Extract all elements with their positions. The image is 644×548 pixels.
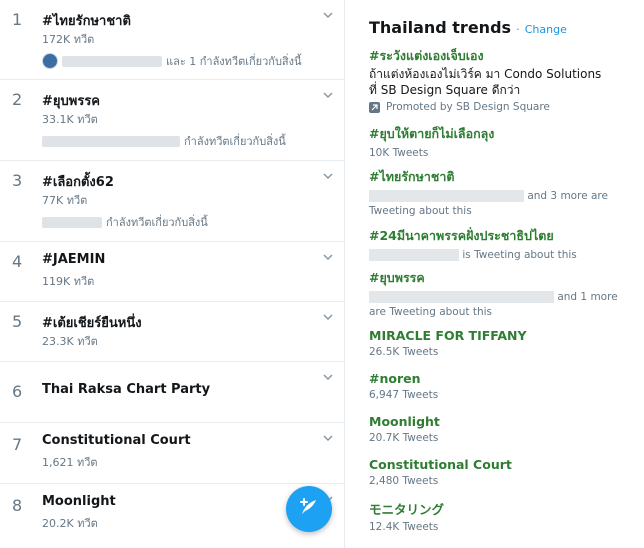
redacted-text bbox=[62, 55, 162, 67]
trend-count: 77K ทวีต bbox=[42, 194, 88, 207]
trend-rank: 7 bbox=[12, 435, 23, 454]
trend-name: Moonlight bbox=[42, 494, 116, 509]
trend-name: #ยุบพรรค bbox=[369, 270, 425, 285]
compose-tweet-icon bbox=[298, 496, 320, 522]
trend-count: 172K ทวีต bbox=[42, 33, 95, 46]
promoted-by: Promoted by SB Design Square bbox=[369, 101, 639, 113]
sidebar-trend[interactable]: モニタリング 12.4K Tweets bbox=[369, 499, 639, 533]
trend-count: 2,480 Tweets bbox=[369, 475, 439, 487]
separator-dot: · bbox=[516, 23, 520, 36]
promoted-trend[interactable]: #ระวังแต่งเองเจ็บเอง ถ้าแต่งห้องเองไม่เว… bbox=[369, 46, 639, 113]
chevron-down-icon[interactable] bbox=[321, 370, 335, 384]
trend-context-line2: Tweeting about this bbox=[369, 205, 472, 217]
trends-sidebar: Thailand trends · Change #ระวังแต่งเองเจ… bbox=[346, 0, 644, 548]
trend-row[interactable]: 5 #เต้ยเชียร์ยืนหนึ่ง 23.3K ทวีต bbox=[0, 302, 345, 362]
trend-name: #ไทยรักษาชาติ bbox=[369, 169, 455, 184]
trend-name: MIRACLE FOR TIFFANY bbox=[369, 328, 527, 343]
trend-name: モニタリング bbox=[369, 502, 445, 517]
trend-row[interactable]: 2 #ยุบพรรค 33.1K ทวีต กำลังทวีตเกี่ยวกับ… bbox=[0, 80, 345, 161]
trend-row[interactable]: 6 Thai Raksa Chart Party bbox=[0, 362, 345, 423]
trend-rank: 6 bbox=[12, 382, 23, 401]
trend-count: 10K Tweets bbox=[369, 147, 429, 159]
chevron-down-icon[interactable] bbox=[321, 250, 335, 264]
trend-context: กำลังทวีตเกี่ยวกับสิ่งนี้ bbox=[42, 213, 208, 231]
trend-context: กำลังทวีตเกี่ยวกับสิ่งนี้ bbox=[42, 132, 286, 150]
promoted-by-text: Promoted by SB Design Square bbox=[386, 101, 550, 113]
promoted-description-line2: ที่ SB Design Square ดีกว่า bbox=[369, 83, 521, 97]
trend-name: Constitutional Court bbox=[42, 433, 191, 448]
trend-name: #JAEMIN bbox=[42, 252, 106, 267]
sidebar-trend[interactable]: #ยุบพรรค and 1 more are Tweeting about t… bbox=[369, 268, 639, 318]
redacted-text bbox=[369, 190, 524, 202]
sidebar-trend[interactable]: Constitutional Court 2,480 Tweets bbox=[369, 457, 639, 487]
sidebar-trend[interactable]: #ยุบให้ตายก็ไม่เลือกลุง 10K Tweets bbox=[369, 124, 639, 159]
chevron-down-icon[interactable] bbox=[321, 431, 335, 445]
trend-context: และ 1 กำลังทวีตเกี่ยวกับสิ่งนี้ bbox=[42, 52, 302, 70]
trend-context-text: กำลังทวีตเกี่ยวกับสิ่งนี้ bbox=[184, 135, 286, 148]
chevron-down-icon[interactable] bbox=[321, 8, 335, 22]
trend-count: 23.3K ทวีต bbox=[42, 335, 98, 348]
trend-name: #ระวังแต่งเองเจ็บเอง bbox=[369, 48, 484, 63]
trend-name: #เลือกตั้ง62 bbox=[42, 175, 114, 190]
trend-name: Thai Raksa Chart Party bbox=[42, 382, 211, 397]
trend-name: #noren bbox=[369, 371, 421, 386]
sidebar-trend[interactable]: #24มีนาคาพรรคฝั่งประชาธิปไตย is Tweeting… bbox=[369, 226, 639, 261]
promoted-icon bbox=[369, 101, 380, 113]
trend-name: Moonlight bbox=[369, 414, 440, 429]
trend-count: 6,947 Tweets bbox=[369, 389, 439, 401]
trend-count: 12.4K Tweets bbox=[369, 521, 439, 533]
trend-name: #ยุบให้ตายก็ไม่เลือกลุง bbox=[369, 126, 495, 141]
trend-context-text: และ 1 กำลังทวีตเกี่ยวกับสิ่งนี้ bbox=[166, 55, 302, 68]
trends-list: 1 #ไทยรักษาชาติ 172K ทวีต และ 1 กำลังทวี… bbox=[0, 0, 345, 548]
trend-count: 1,621 ทวีต bbox=[42, 456, 98, 469]
trend-context: and 1 more bbox=[369, 291, 639, 303]
trend-context-text: and 1 more bbox=[557, 291, 618, 303]
trend-count: 20.7K Tweets bbox=[369, 432, 439, 444]
redacted-text bbox=[369, 249, 459, 261]
trend-row[interactable]: 7 Constitutional Court 1,621 ทวีต bbox=[0, 423, 345, 484]
trend-row[interactable]: 1 #ไทยรักษาชาติ 172K ทวีต และ 1 กำลังทวี… bbox=[0, 0, 345, 80]
trend-count: 20.2K ทวีต bbox=[42, 517, 98, 530]
trend-rank: 4 bbox=[12, 252, 23, 271]
sidebar-trend[interactable]: #noren 6,947 Tweets bbox=[369, 371, 639, 401]
sidebar-trend[interactable]: #ไทยรักษาชาติ and 3 more are Tweeting ab… bbox=[369, 167, 639, 217]
trend-rank: 2 bbox=[12, 90, 23, 109]
sidebar-trend[interactable]: MIRACLE FOR TIFFANY 26.5K Tweets bbox=[369, 328, 639, 358]
chevron-down-icon[interactable] bbox=[321, 88, 335, 102]
chevron-down-icon[interactable] bbox=[321, 169, 335, 183]
trend-context-line2: are Tweeting about this bbox=[369, 306, 492, 318]
compose-tweet-button[interactable] bbox=[286, 486, 332, 532]
trend-count: 119K ทวีต bbox=[42, 275, 95, 288]
trend-name: Constitutional Court bbox=[369, 457, 512, 472]
trend-context: is Tweeting about this bbox=[369, 249, 639, 261]
change-link[interactable]: Change bbox=[525, 23, 567, 36]
avatar bbox=[42, 53, 58, 69]
trend-row[interactable]: 3 #เลือกตั้ง62 77K ทวีต กำลังทวีตเกี่ยวก… bbox=[0, 161, 345, 242]
redacted-text bbox=[369, 291, 554, 303]
trend-name: #24มีนาคาพรรคฝั่งประชาธิปไตย bbox=[369, 228, 554, 243]
trend-rank: 3 bbox=[12, 171, 23, 190]
trend-context-text: and 3 more are bbox=[527, 190, 608, 202]
trend-context: and 3 more are bbox=[369, 190, 639, 202]
trend-count: 26.5K Tweets bbox=[369, 346, 439, 358]
trend-rank: 5 bbox=[12, 312, 23, 331]
trend-name: #ยุบพรรค bbox=[42, 94, 100, 109]
trends-title: Thailand trends bbox=[369, 18, 512, 37]
promoted-description-line1: ถ้าแต่งห้องเองไม่เวิร์ค มา Condo Solutio… bbox=[369, 67, 602, 81]
redacted-text bbox=[42, 216, 102, 228]
chevron-down-icon[interactable] bbox=[321, 310, 335, 324]
redacted-text bbox=[42, 135, 180, 147]
trend-name: #ไทยรักษาชาติ bbox=[42, 14, 131, 29]
trend-context-text: is Tweeting about this bbox=[462, 249, 577, 261]
trend-context-text: กำลังทวีตเกี่ยวกับสิ่งนี้ bbox=[106, 216, 208, 229]
sidebar-trend[interactable]: Moonlight 20.7K Tweets bbox=[369, 414, 639, 444]
trends-header: Thailand trends · Change bbox=[369, 18, 567, 37]
trend-rank: 1 bbox=[12, 10, 23, 29]
trend-name: #เต้ยเชียร์ยืนหนึ่ง bbox=[42, 316, 142, 331]
trend-row[interactable]: 4 #JAEMIN 119K ทวีต bbox=[0, 242, 345, 302]
trend-rank: 8 bbox=[12, 496, 23, 515]
trend-count: 33.1K ทวีต bbox=[42, 113, 98, 126]
